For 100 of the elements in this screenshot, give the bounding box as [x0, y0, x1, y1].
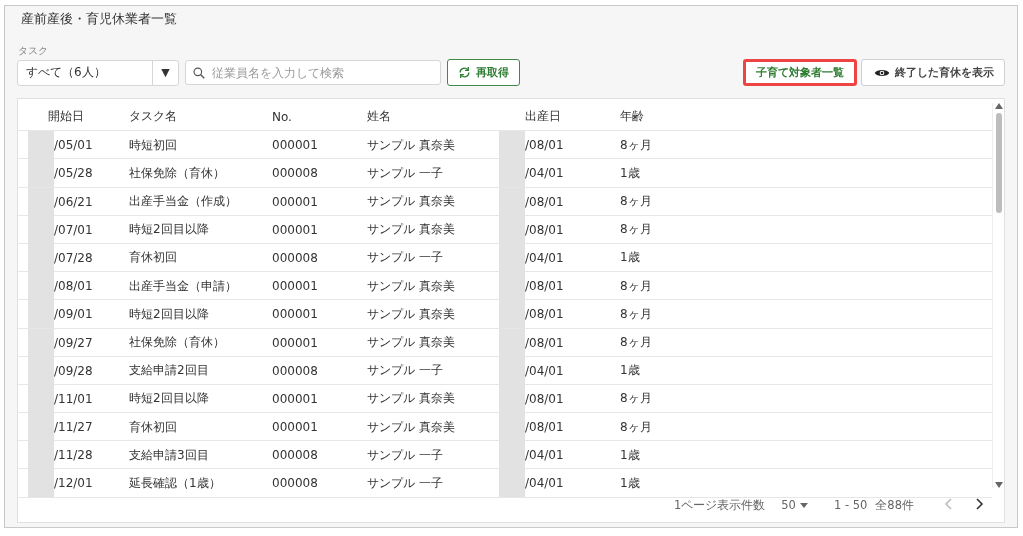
column-header[interactable]: 開始日 — [18, 108, 129, 126]
table-cell: 出産手当金（申請） — [129, 277, 237, 295]
table-cell: /09/27 — [54, 335, 93, 350]
table-cell: 000008 — [272, 476, 318, 491]
table-cell: 社保免除（育休） — [129, 334, 225, 351]
table-cell: 8ヶ月 — [620, 193, 652, 211]
table-cell: 8ヶ月 — [620, 334, 652, 351]
table-cell: 8ヶ月 — [620, 221, 652, 239]
table-cell: 時短初回 — [129, 136, 177, 154]
table-cell: 育休初回 — [129, 418, 177, 436]
table-cell: 支給申請2回目 — [129, 362, 209, 380]
table-cell: 時短2回目以降 — [129, 390, 209, 408]
table-cell: 000001 — [272, 138, 318, 153]
column-header[interactable]: 姓名 — [367, 108, 525, 126]
table-cell: 1歳 — [620, 362, 640, 380]
show-ended-button[interactable]: 終了した育休を表示 — [861, 59, 1005, 86]
table-cell: 8ヶ月 — [620, 305, 652, 323]
table-cell: 8ヶ月 — [620, 390, 652, 408]
page-range: 1 - 50 — [833, 498, 868, 512]
column-header[interactable]: タスク名 — [129, 108, 272, 126]
column-header[interactable]: No. — [272, 109, 367, 124]
search-icon — [192, 65, 206, 80]
table-cell: 000001 — [272, 279, 318, 294]
table-cell: /08/01 — [54, 279, 93, 294]
table-cell: 000001 — [272, 335, 318, 350]
table-cell: /08/01 — [525, 307, 564, 322]
table-cell: /08/01 — [525, 420, 564, 435]
table-cell: 000001 — [272, 420, 318, 435]
total-count: 全88件 — [875, 497, 914, 513]
filter-label: タスク — [18, 44, 49, 58]
task-select[interactable]: すべて（6人） ▼ — [17, 59, 179, 86]
refresh-icon — [458, 66, 471, 79]
table-cell: サンプル 真奈美 — [367, 277, 455, 295]
search-box[interactable]: 従業員名を入力して検索 — [185, 60, 441, 85]
table-cell: /08/01 — [525, 138, 564, 153]
table-cell: /08/01 — [525, 194, 564, 209]
table-cell: 1歳 — [620, 474, 640, 492]
table-cell: 出産手当金（作成） — [129, 193, 237, 211]
table-cell: サンプル 真奈美 — [367, 136, 455, 154]
table-cell: サンプル 一子 — [367, 446, 443, 464]
table-cell: 8ヶ月 — [620, 136, 652, 154]
rows-per-page-select[interactable]: 50 — [781, 498, 808, 512]
table-cell: /09/28 — [54, 363, 93, 378]
table-cell: /11/27 — [54, 420, 93, 435]
table-cell: 000008 — [272, 363, 318, 378]
chevron-right-icon — [976, 498, 984, 510]
table-cell: /11/01 — [54, 391, 93, 406]
table-cell: 育休初回 — [129, 249, 177, 267]
refresh-button[interactable]: 再取得 — [447, 59, 520, 86]
table-cell: 000008 — [272, 250, 318, 265]
table-cell: /04/01 — [525, 476, 564, 491]
table-cell: 8ヶ月 — [620, 277, 652, 295]
column-header[interactable]: 出産日 — [525, 108, 620, 126]
table-cell: /09/01 — [54, 307, 93, 322]
table-cell: サンプル 一子 — [367, 362, 443, 380]
table-cell: /04/01 — [525, 166, 564, 181]
table-cell: /11/28 — [54, 448, 93, 463]
table-cell: 時短2回目以降 — [129, 305, 209, 323]
childcare-list-button[interactable]: 子育て対象者一覧 — [743, 59, 857, 86]
table-cell: 1歳 — [620, 446, 640, 464]
table-cell: /08/01 — [525, 222, 564, 237]
table-cell: /12/01 — [54, 476, 93, 491]
table-cell: サンプル 真奈美 — [367, 390, 455, 408]
table-cell: /07/01 — [54, 222, 93, 237]
table-cell: /04/01 — [525, 250, 564, 265]
table-cell: 000001 — [272, 222, 318, 237]
table-cell: 000001 — [272, 194, 318, 209]
table-cell: /06/21 — [54, 194, 93, 209]
search-field[interactable]: 従業員名を入力して検索 — [210, 64, 440, 81]
table-cell: 000008 — [272, 448, 318, 463]
caret-icon — [799, 502, 808, 508]
table-cell: 社保免除（育休） — [129, 164, 225, 182]
table-cell: /04/01 — [525, 448, 564, 463]
table-cell: サンプル 真奈美 — [367, 418, 455, 436]
table-cell: サンプル 真奈美 — [367, 334, 455, 351]
table-cell: /08/01 — [525, 335, 564, 350]
table-cell: サンプル 一子 — [367, 474, 443, 492]
table-cell: /08/01 — [525, 391, 564, 406]
scroll-up-icon — [994, 103, 1003, 109]
table-cell: 延長確認（1歳） — [129, 474, 221, 492]
column-header[interactable]: 年齢 — [620, 108, 992, 126]
scroll-down-icon — [994, 482, 1003, 488]
table-cell: サンプル 真奈美 — [367, 221, 455, 239]
table-cell: 000001 — [272, 307, 318, 322]
scrollbar[interactable] — [992, 103, 1004, 488]
table-cell: サンプル 一子 — [367, 164, 443, 182]
table-cell: /08/01 — [525, 279, 564, 294]
table-cell: サンプル 真奈美 — [367, 193, 455, 211]
table-cell: 000001 — [272, 391, 318, 406]
table-cell: /05/28 — [54, 166, 93, 181]
table-cell: 000008 — [272, 166, 318, 181]
table-cell: 1歳 — [620, 249, 640, 267]
table-cell: サンプル 一子 — [367, 249, 443, 267]
chevron-left-icon — [944, 498, 952, 510]
table-cell: /04/01 — [525, 363, 564, 378]
table-cell: 1歳 — [620, 164, 640, 182]
table-cell: 8ヶ月 — [620, 418, 652, 436]
rows-per-page-label: 1ページ表示件数 — [673, 497, 766, 513]
page-title: 産前産後・育児休業者一覧 — [21, 10, 178, 28]
table-cell: /05/01 — [54, 138, 93, 153]
